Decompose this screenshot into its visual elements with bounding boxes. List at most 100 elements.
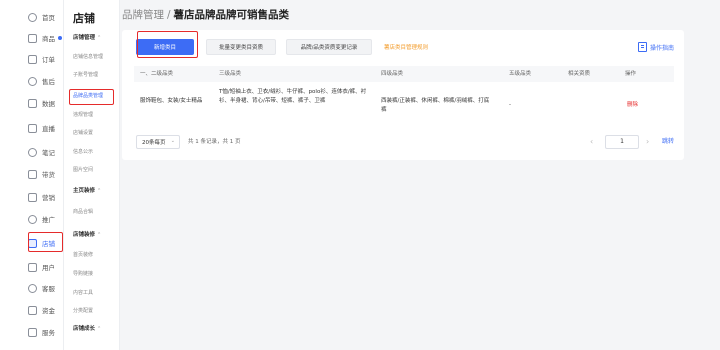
page-title: 薯店品牌品牌可销售品类: [173, 9, 290, 21]
submenu-group-label: 店铺管理: [73, 35, 96, 41]
breadcrumb-separator: /: [167, 9, 171, 21]
header-qualification: 相关资质: [568, 71, 591, 77]
chevron-up-icon: ⌃: [97, 188, 102, 194]
cell-level5: -: [509, 102, 511, 108]
rail-item-0[interactable]: 首页: [28, 9, 55, 25]
page-size-value: 20条每页: [142, 140, 166, 146]
rail-item-12[interactable]: 客服: [28, 280, 55, 296]
rail-item-6[interactable]: 笔记: [28, 144, 55, 160]
user-icon: [28, 262, 37, 272]
cell-level12: 服饰鞋包、女装/女士精品: [140, 98, 203, 104]
chevron-up-icon: ⌃: [97, 35, 102, 41]
submenu-group-2[interactable]: 店铺装修 ⌃: [73, 230, 101, 238]
submenu-item[interactable]: 内容工具: [73, 289, 93, 296]
after-sale-icon: [28, 76, 37, 86]
rail-item-11[interactable]: 用户: [28, 259, 55, 275]
category-rules-link[interactable]: 薯店类目管理规则: [384, 39, 428, 55]
chevron-down-icon: ⌄: [170, 138, 175, 144]
rail-item-label: 首页: [42, 14, 55, 22]
rail-item-label: 客服: [42, 285, 55, 293]
rail-item-label: 营销: [42, 194, 55, 202]
cell-level3: T恤/短袖上衣、卫衣/绒衫、牛仔裤、polo衫、连体衣/裤、衬衫、半身裙、背心/…: [219, 89, 367, 104]
jump-button[interactable]: 跳转: [662, 134, 674, 150]
header-level5: 五级品类: [509, 71, 532, 77]
live-icon: [28, 123, 37, 133]
order-icon: [28, 54, 37, 64]
marketing-icon: [28, 192, 37, 202]
funds-icon: [28, 305, 37, 315]
note-icon: [28, 147, 37, 157]
page-size-select[interactable]: 20条每页 ⌄: [136, 135, 180, 149]
submenu-group-label: 店铺装修: [73, 232, 96, 238]
rail-item-label: 用户: [42, 264, 55, 272]
submenu-group-1[interactable]: 主页装修 ⌃: [73, 186, 101, 194]
rail-item-7[interactable]: 带货: [28, 166, 55, 182]
header-level3: 三级品类: [219, 71, 242, 77]
rail-item-4[interactable]: 数据: [28, 95, 55, 111]
rail-item-label: 笔记: [42, 149, 55, 157]
rail-item-label: 推广: [42, 216, 55, 224]
prev-page-icon[interactable]: ‹: [590, 134, 593, 150]
add-button-highlight-box: [137, 31, 198, 58]
data-icon: [28, 98, 37, 108]
header-level4: 四级品类: [381, 71, 404, 77]
rail-item-5[interactable]: 直播: [28, 120, 55, 136]
rail-item-2[interactable]: 订单: [28, 51, 55, 67]
store-highlight-box: [28, 232, 63, 252]
submenu-group-0[interactable]: 店铺管理 ⌃: [73, 33, 101, 41]
delete-link[interactable]: 删除: [627, 101, 638, 110]
next-page-icon[interactable]: ›: [646, 134, 649, 150]
batch-change-qualification-button[interactable]: 批量变更类目资质: [206, 39, 276, 55]
breadcrumb-parent[interactable]: 品牌管理: [122, 9, 164, 21]
total-records: 共 1 条记录，共 1 页: [188, 139, 241, 145]
submenu-item[interactable]: 分类配置: [73, 307, 93, 314]
cell-level4: 西装裤/正装裤、休闲裤、棉裤/羽绒裤、打底裤: [381, 98, 490, 113]
primary-nav: 首页 商品 订单 售后 数据 直播 笔记 带货 营销 推广 店铺 用户 客服 资金 服务: [0, 0, 64, 350]
rail-item-1[interactable]: 商品: [28, 30, 62, 46]
home-icon: [28, 12, 37, 22]
product-icon: [28, 33, 37, 43]
rail-item-13[interactable]: 资金: [28, 302, 55, 318]
operation-guide-label: 操作指南: [649, 44, 674, 52]
shield-icon: [28, 327, 37, 337]
submenu-item[interactable]: 首页装修: [73, 251, 93, 258]
rail-item-9[interactable]: 推广: [28, 211, 55, 227]
submenu-item[interactable]: 信息公示: [73, 148, 93, 155]
submenu-item[interactable]: 图片空间: [73, 166, 93, 173]
promote-icon: [28, 169, 37, 179]
secondary-nav: 店铺 店铺管理 ⌃ 店铺信息管理 子账号管理 品牌品类管理 违规管理 店铺设置 信息公示 图片空…: [64, 0, 120, 350]
submenu-group-label: 主页装修: [73, 188, 96, 194]
rail-item-label: 资金: [42, 307, 55, 315]
rail-item-label: 直播: [42, 125, 55, 133]
header-level12: 一、二级品类: [140, 71, 174, 77]
submenu-item[interactable]: 商品合辑: [73, 208, 93, 215]
submenu-group-label: 店铺成长: [73, 326, 96, 332]
submenu-item[interactable]: 违规管理: [73, 111, 93, 118]
breadcrumb: 品牌管理 / 薯店品牌品牌可销售品类: [122, 7, 289, 22]
submenu-item[interactable]: 导购链接: [73, 270, 93, 277]
pagination: 20条每页 ⌄ 共 1 条记录，共 1 页 ‹ 1 › 跳转: [134, 134, 674, 150]
page-number-input[interactable]: 1: [605, 135, 639, 149]
rail-item-14[interactable]: 服务: [28, 324, 55, 340]
operation-guide-link[interactable]: 操作指南: [637, 39, 674, 55]
rail-item-label: 商品: [42, 35, 55, 43]
notification-dot: [58, 36, 62, 40]
table-header: 一、二级品类 三级品类 四级品类 五级品类 相关资质 操作: [134, 66, 674, 82]
rail-item-3[interactable]: 售后: [28, 73, 55, 89]
submenu-item[interactable]: 子账号管理: [73, 71, 98, 78]
rail-item-8[interactable]: 营销: [28, 189, 55, 205]
rail-item-label: 数据: [42, 100, 55, 108]
submenu-item[interactable]: 店铺信息管理: [73, 53, 103, 60]
change-records-button[interactable]: 品牌/品类资质变更记录: [286, 39, 372, 55]
guide-doc-icon: [637, 42, 647, 52]
header-action: 操作: [625, 71, 637, 77]
rail-item-label: 订单: [42, 56, 55, 64]
submenu-item[interactable]: 店铺设置: [73, 129, 93, 136]
submenu-group-3[interactable]: 店铺成长 ⌃: [73, 324, 101, 332]
submenu-highlight-box: [69, 89, 114, 105]
submenu-title: 店铺: [73, 12, 95, 25]
chevron-up-icon: ⌃: [97, 232, 102, 238]
rail-item-label: 售后: [42, 78, 55, 86]
rail-item-label: 服务: [42, 329, 55, 337]
service-icon: [28, 283, 37, 293]
